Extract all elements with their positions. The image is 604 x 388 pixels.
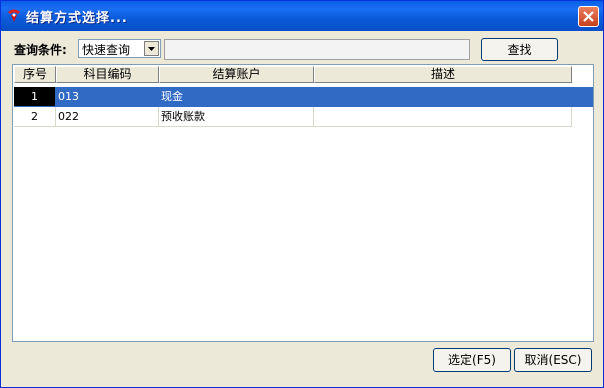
row-description [314, 87, 593, 107]
table-row[interactable]: 1 013 现金 [14, 87, 593, 107]
chevron-down-icon [148, 47, 155, 51]
row-index: 1 [14, 87, 56, 107]
app-logo-icon [6, 8, 22, 24]
row-index: 2 [14, 107, 56, 127]
close-icon [583, 11, 594, 22]
column-header-description[interactable]: 描述 [314, 66, 572, 83]
row-code: 013 [56, 87, 159, 107]
settlement-method-dialog: 结算方式选择... 查询条件: 快速查询 查找 序号 科目编码 结算账户 描述 … [0, 0, 604, 388]
query-condition-label: 查询条件: [14, 43, 67, 57]
account-table[interactable]: 序号 科目编码 结算账户 描述 1 013 现金 2 022 预收账款 [12, 64, 594, 342]
search-input[interactable] [164, 39, 470, 60]
column-header-account[interactable]: 结算账户 [159, 66, 314, 83]
window-title: 结算方式选择... [26, 11, 128, 26]
row-account: 现金 [159, 87, 314, 107]
query-mode-select[interactable]: 快速查询 [78, 39, 161, 58]
column-header-index[interactable]: 序号 [14, 66, 56, 83]
search-button[interactable]: 查找 [481, 38, 558, 61]
row-code: 022 [56, 107, 159, 127]
select-button[interactable]: 选定(F5) [433, 348, 511, 372]
title-bar[interactable]: 结算方式选择... [1, 1, 603, 31]
row-description [314, 107, 572, 127]
row-account: 预收账款 [159, 107, 314, 127]
query-mode-value: 快速查询 [82, 43, 131, 57]
cancel-button[interactable]: 取消(ESC) [514, 348, 592, 372]
table-row[interactable]: 2 022 预收账款 [14, 107, 593, 127]
dropdown-button[interactable] [144, 41, 159, 56]
close-button[interactable] [578, 6, 599, 27]
column-header-code[interactable]: 科目编码 [56, 66, 159, 83]
